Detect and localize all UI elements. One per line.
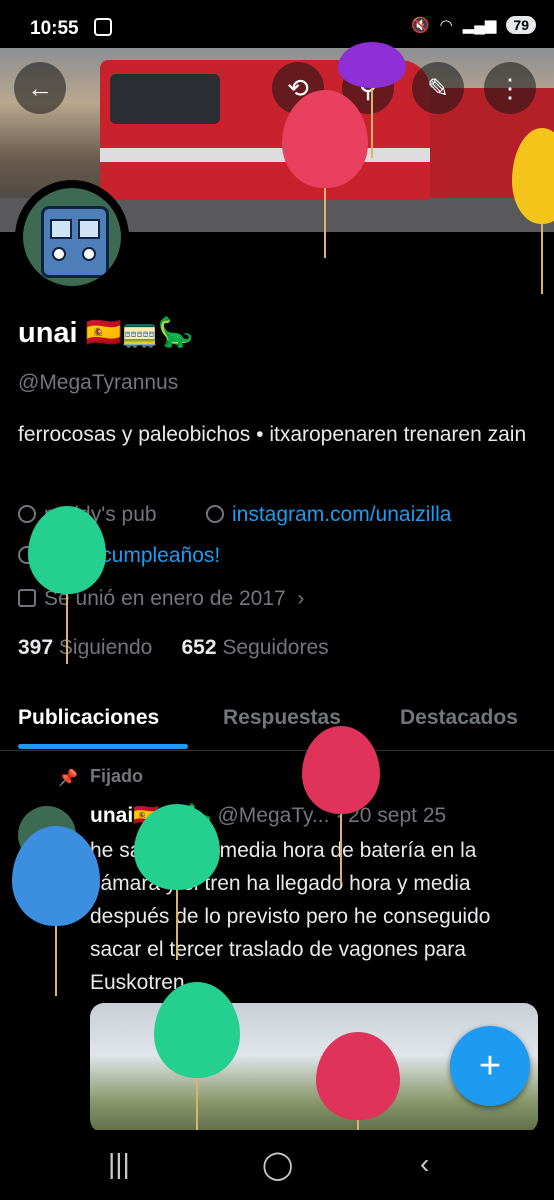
pin-icon: 📌 xyxy=(58,770,78,787)
active-tab-indicator xyxy=(18,744,188,749)
arrow-left-icon: ← xyxy=(27,72,53,103)
balloon-pink xyxy=(302,726,380,814)
calendar-icon xyxy=(18,589,36,607)
mute-icon: 🔇 xyxy=(410,17,430,34)
following-label: Siguiendo xyxy=(58,636,153,659)
profile-name: unai 🇪🇸🚃🦕 xyxy=(18,316,194,350)
profile-handle: @MegaTyrannus xyxy=(18,371,179,394)
chevron-right-icon: › xyxy=(291,587,305,610)
balloon-blue xyxy=(12,826,100,926)
edit-button[interactable]: ✎ xyxy=(412,62,464,114)
follow-stats: 397 Siguiendo 652 Seguidores xyxy=(18,636,329,660)
following-link[interactable]: 397 Siguiendo xyxy=(18,636,152,659)
plus-icon: + xyxy=(478,1044,502,1087)
back-icon[interactable]: ‹ xyxy=(420,1148,429,1180)
tab-respuestas[interactable]: Respuestas xyxy=(223,706,341,730)
profile-website[interactable]: instagram.com/unaizilla xyxy=(206,503,451,527)
back-button[interactable]: ← xyxy=(14,62,66,114)
post-handle[interactable]: @MegaTy... xyxy=(217,804,329,827)
website-link[interactable]: instagram.com/unaizilla xyxy=(232,503,451,526)
balloon-green xyxy=(134,804,220,890)
following-count: 397 xyxy=(18,636,54,659)
more-button[interactable]: ⋮ xyxy=(484,62,536,114)
profile-avatar[interactable] xyxy=(15,180,129,294)
home-icon[interactable]: ◯ xyxy=(262,1148,293,1181)
tab-destacados[interactable]: Destacados xyxy=(400,706,518,730)
followers-link[interactable]: 652 Seguidores xyxy=(182,636,329,659)
compose-post-button[interactable]: + xyxy=(450,1026,530,1106)
link-icon xyxy=(206,505,224,523)
signal-icon: ▂▄▆ xyxy=(462,17,497,34)
balloon-green xyxy=(28,506,106,594)
status-bar: 10:55 🔇 ◠ ▂▄▆ 79 xyxy=(0,0,554,48)
balloon-green xyxy=(154,982,240,1078)
emoji-icons: 🇪🇸🚃🦕 xyxy=(77,317,195,349)
wifi-icon: ◠ xyxy=(439,17,453,34)
battery-level: 79 xyxy=(506,16,536,34)
status-time: 10:55 xyxy=(30,18,79,39)
recent-apps-icon[interactable]: ||| xyxy=(108,1148,130,1180)
system-nav-bar: ||| ◯ ‹ xyxy=(0,1130,554,1200)
edit-icon: ✎ xyxy=(427,72,449,103)
balloon-purple xyxy=(338,42,406,88)
followers-label: Seguidores xyxy=(222,636,329,659)
balloon-pink xyxy=(316,1032,400,1120)
twitch-icon xyxy=(94,18,112,36)
more-vertical-icon: ⋮ xyxy=(497,72,523,103)
location-icon xyxy=(18,505,36,523)
tab-publicaciones[interactable]: Publicaciones xyxy=(18,706,159,730)
status-icons: 🔇 ◠ ▂▄▆ 79 xyxy=(411,16,536,34)
post-author[interactable]: unai xyxy=(90,804,133,827)
profile-name-text: unai xyxy=(18,317,78,349)
balloon-red xyxy=(282,90,368,188)
pinned-label: Fijado xyxy=(90,766,143,786)
followers-count: 652 xyxy=(181,636,217,659)
profile-tabs: Publicaciones Respuestas Destacados xyxy=(0,688,554,751)
profile-bio: ferrocosas y paleobichos • itxaropenaren… xyxy=(18,423,527,446)
